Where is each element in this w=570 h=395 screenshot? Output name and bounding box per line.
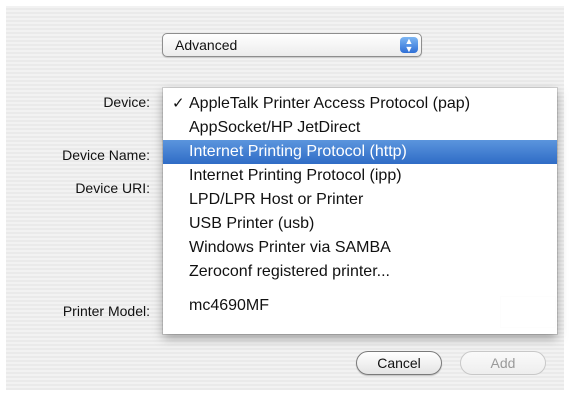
menu-item-zeroconf[interactable]: Zeroconf registered printer...	[163, 260, 557, 284]
menu-item-label: Internet Printing Protocol (http)	[189, 143, 407, 160]
menu-item-samba[interactable]: Windows Printer via SAMBA	[163, 236, 557, 260]
menu-item-label: USB Printer (usb)	[189, 215, 315, 232]
menu-item-label: Windows Printer via SAMBA	[189, 239, 391, 256]
menu-separator	[163, 284, 557, 294]
menu-item-appsocket[interactable]: AppSocket/HP JetDirect	[163, 116, 557, 140]
menu-item-label: Zeroconf registered printer...	[189, 263, 390, 280]
menu-item-label: AppleTalk Printer Access Protocol (pap)	[189, 95, 471, 112]
menu-item-label: mc4690MF	[189, 297, 270, 314]
printer-model-label: Printer Model:	[62, 303, 150, 319]
menu-item-usb[interactable]: USB Printer (usb)	[163, 212, 557, 236]
checkmark-icon: ✓	[172, 95, 185, 112]
mode-popup-value: Advanced	[175, 37, 238, 53]
menu-item-label: AppSocket/HP JetDirect	[189, 119, 361, 136]
cancel-button[interactable]: Cancel	[356, 351, 442, 375]
device-dropdown-menu[interactable]: ✓ AppleTalk Printer Access Protocol (pap…	[163, 88, 557, 334]
mode-popup[interactable]: Advanced ▲ ▼	[162, 33, 422, 57]
menu-item-label: LPD/LPR Host or Printer	[189, 191, 364, 208]
popup-arrows-icon: ▲ ▼	[400, 37, 418, 54]
menu-item-pap[interactable]: ✓ AppleTalk Printer Access Protocol (pap…	[163, 92, 557, 116]
menu-item-printer[interactable]: mc4690MF	[163, 294, 557, 318]
menu-item-label: Internet Printing Protocol (ipp)	[189, 167, 402, 184]
add-button[interactable]: Add	[460, 351, 546, 375]
device-uri-label: Device URI:	[75, 180, 150, 196]
menu-item-ipp-http[interactable]: Internet Printing Protocol (http)	[163, 140, 557, 164]
menu-item-lpd[interactable]: LPD/LPR Host or Printer	[163, 188, 557, 212]
menu-item-ipp[interactable]: Internet Printing Protocol (ipp)	[163, 164, 557, 188]
device-label: Device:	[103, 94, 150, 110]
device-name-label: Device Name:	[62, 147, 150, 163]
